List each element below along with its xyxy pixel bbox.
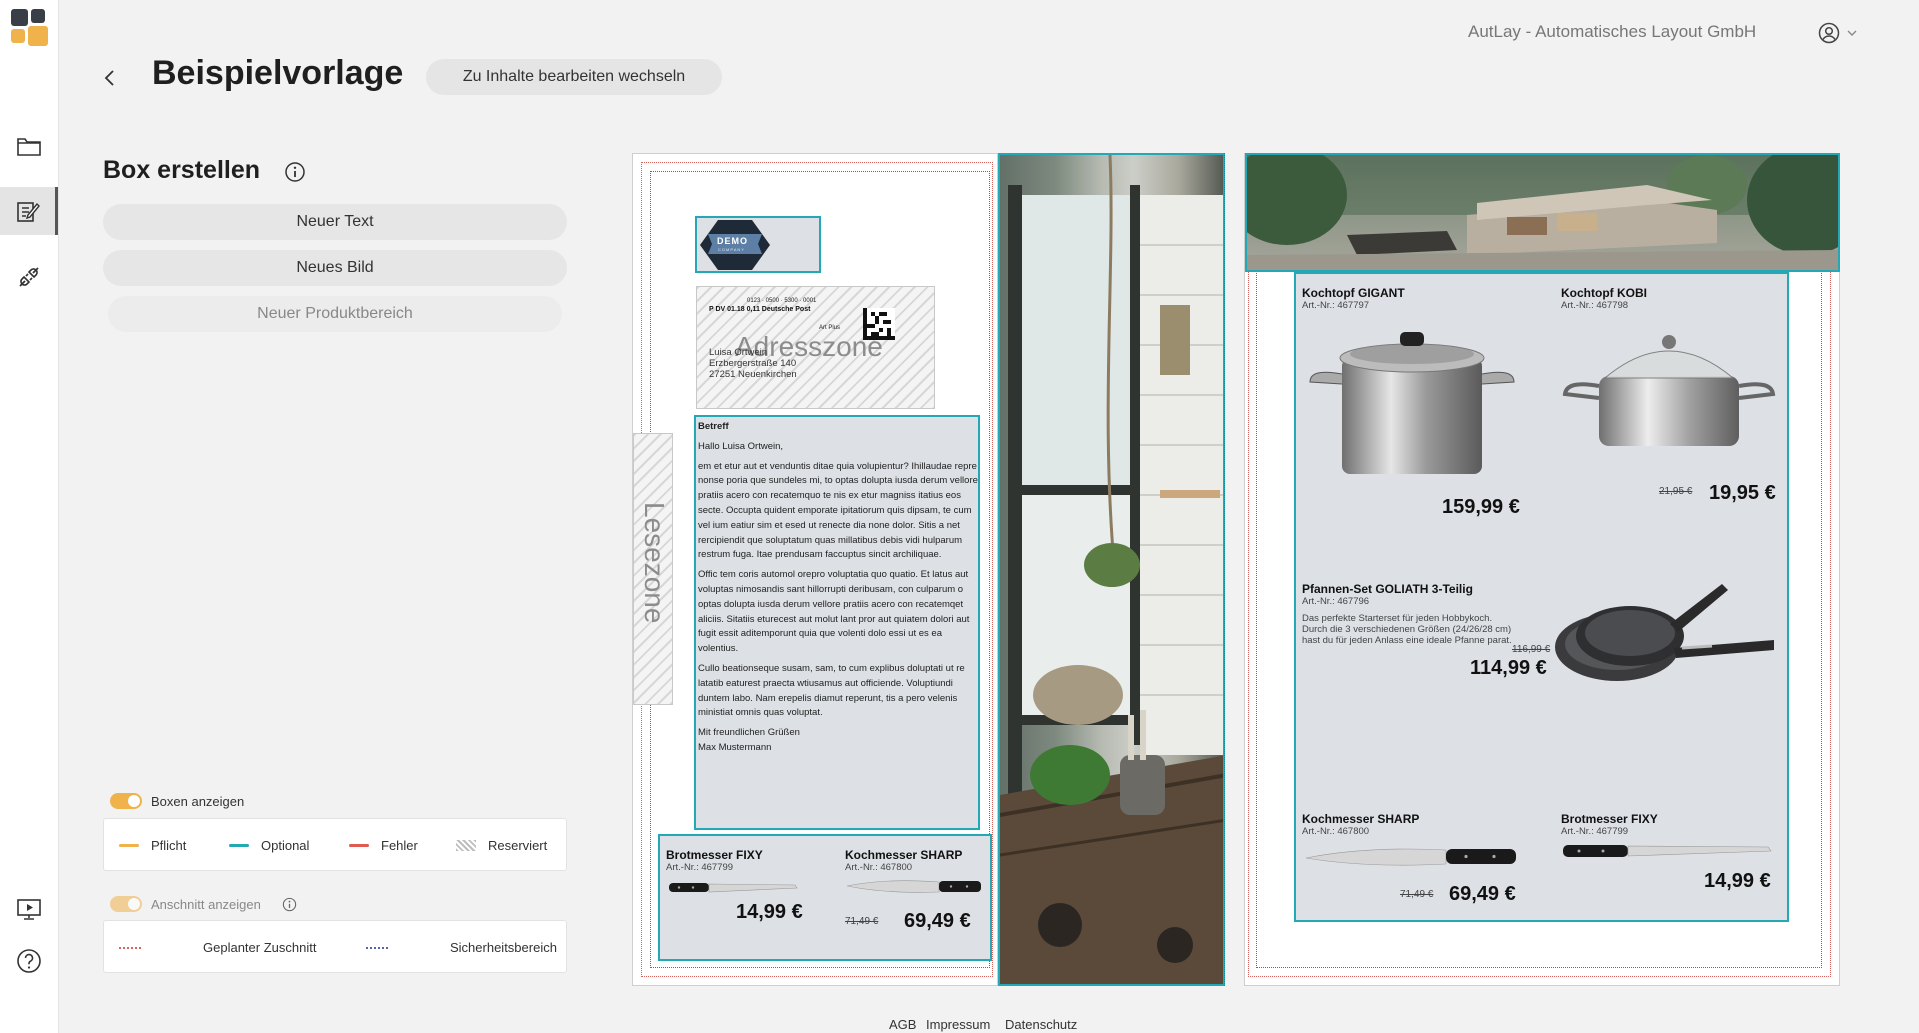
address-line-1: Luisa Ortwein (709, 347, 768, 358)
letter-closing: Mit freundlichen Grüßen (698, 727, 800, 739)
footer-link-impressum[interactable]: Impressum (926, 1017, 990, 1032)
box-legend: Pflicht Optional Fehler Reserviert (103, 818, 567, 871)
chef-knife-image (847, 880, 981, 893)
show-boxes-label: Boxen anzeigen (151, 793, 245, 809)
logo-subtext: COMPANY (718, 247, 745, 252)
product-card[interactable]: Brotmesser FIXY Art.-Nr.: 467799 14,99 € (666, 848, 826, 948)
show-boxes-row: Boxen anzeigen (110, 793, 244, 809)
frying-pan-set-image (1555, 584, 1774, 681)
image-box-interior[interactable] (998, 153, 1225, 986)
chef-knife-image (1306, 848, 1516, 866)
help-icon[interactable] (0, 937, 58, 985)
new-image-button[interactable]: Neues Bild (103, 250, 567, 286)
product-area-box[interactable]: Kochtopf GIGANT Art.-Nr.: 467797 159,99 … (1294, 272, 1789, 922)
letter-signature: Max Mustermann (698, 741, 772, 753)
product-article-number: Art.-Nr.: 467797 (1302, 300, 1370, 311)
company-name: AutLay - Automatisches Layout GmbH (1468, 22, 1757, 41)
product-card[interactable]: Kochmesser SHARP Art.-Nr.: 467800 71,49 … (845, 848, 987, 948)
legend-item-safety: Sicherheitsbereich (366, 921, 557, 974)
cooking-pot-image (1562, 335, 1776, 446)
product-article-number: Art.-Nr.: 467799 (666, 862, 734, 873)
connect-icon[interactable] (0, 253, 58, 301)
product-card[interactable]: Kochtopf KOBI Art.-Nr.: 467798 21,95 € 1… (1561, 286, 1786, 506)
page-title: Beispielvorlage (152, 54, 404, 92)
product-article-number: Art.-Nr.: 467799 (1561, 826, 1629, 837)
box-create-title: Box erstellen (103, 156, 261, 184)
legend-item-reserviert: Reserviert (456, 819, 547, 872)
footer-link-datenschutz[interactable]: Datenschutz (1005, 1017, 1077, 1032)
address-line-3: 27251 Neuenkirchen (709, 369, 797, 380)
show-bleed-label: Anschnitt anzeigen (151, 896, 261, 912)
bleed-legend: Geplanter Zuschnitt Sicherheitsbereich (103, 920, 567, 973)
footer-link-agb[interactable]: AGB (889, 1017, 916, 1032)
product-article-number: Art.-Nr.: 467800 (1302, 826, 1370, 837)
product-price: 159,99 € (1442, 496, 1520, 518)
legend-item-cut: Geplanter Zuschnitt (119, 921, 316, 974)
product-card[interactable]: Kochtopf GIGANT Art.-Nr.: 467797 159,99 … (1302, 286, 1532, 518)
product-old-price: 71,49 € (1400, 889, 1434, 900)
letter-paragraph: Offic tem coris automol orepro voluptati… (698, 569, 970, 655)
navigation-rail (0, 0, 59, 1033)
app-logo (11, 9, 49, 47)
info-icon[interactable] (282, 897, 297, 912)
show-boxes-toggle[interactable] (110, 793, 142, 809)
letter-paragraph: Cullo beationseque susam, sam, to cum ex… (698, 662, 965, 719)
logo-text: DEMO (717, 236, 748, 246)
product-card[interactable]: Kochmesser SHARP Art.-Nr.: 467800 71,49 … (1302, 812, 1532, 912)
switch-to-content-button[interactable]: Zu Inhalte bearbeiten wechseln (426, 59, 722, 95)
product-name: Brotmesser FIXY (1561, 812, 1658, 826)
product-price: 114,99 € (1470, 657, 1547, 679)
product-name: Kochmesser SHARP (845, 848, 963, 862)
product-card[interactable]: Brotmesser FIXY Art.-Nr.: 467799 14,99 € (1561, 812, 1786, 912)
show-bleed-toggle[interactable] (110, 896, 142, 912)
new-product-area-button[interactable]: Neuer Produktbereich (108, 296, 562, 332)
show-bleed-row: Anschnitt anzeigen (110, 896, 297, 912)
logo-box[interactable]: DEMO COMPANY (695, 216, 821, 273)
product-article-number: Art.-Nr.: 467798 (1561, 300, 1629, 311)
legend-item-fehler: Fehler (349, 819, 418, 872)
folder-icon[interactable] (0, 122, 58, 170)
letter-subject: Betreff (698, 421, 729, 432)
back-button[interactable] (98, 66, 122, 90)
product-name: Kochtopf KOBI (1561, 286, 1647, 300)
read-zone-label: Lesezone (639, 502, 670, 624)
bread-knife-image (1563, 845, 1772, 857)
user-menu[interactable] (1818, 21, 1864, 45)
product-name: Kochmesser SHARP (1302, 812, 1420, 826)
product-area-box[interactable]: Brotmesser FIXY Art.-Nr.: 467799 14,99 €… (658, 834, 992, 961)
product-price: 69,49 € (904, 910, 971, 932)
user-account-icon (1818, 22, 1840, 44)
address-zone-box[interactable]: 0123 · 0500 · 5300 · 0001 P DV 01.18 0,1… (696, 286, 935, 409)
info-icon[interactable] (284, 161, 306, 183)
edit-template-icon[interactable] (0, 187, 58, 235)
image-box-sofa[interactable] (1245, 153, 1840, 272)
legend-item-pflicht: Pflicht (119, 819, 186, 872)
product-old-price: 116,99 € (1512, 644, 1551, 655)
product-article-number: Art.-Nr.: 467800 (845, 862, 913, 873)
chevron-left-icon (104, 70, 114, 86)
postage-top: 0123 · 0500 · 5300 · 0001 (747, 298, 817, 304)
product-price: 14,99 € (1704, 870, 1771, 892)
letter-greeting: Hallo Luisa Ortwein, (698, 440, 784, 452)
product-card[interactable]: Pfannen-Set GOLIATH 3-Teilig Art.-Nr.: 4… (1302, 582, 1786, 712)
presentation-icon[interactable] (0, 885, 58, 933)
product-price: 14,99 € (736, 901, 803, 923)
product-old-price: 21,95 € (1659, 486, 1693, 497)
address-line-2: Erzbergerstraße 140 (709, 358, 797, 369)
bread-knife-image (669, 883, 798, 893)
postage-line: P DV 01.18 0,11 Deutsche Post (709, 306, 811, 313)
product-name: Brotmesser FIXY (666, 848, 763, 862)
legend-item-optional: Optional (229, 819, 309, 872)
letter-paragraph: em et etur aut et venduntis ditae quia v… (698, 460, 978, 561)
product-name: Kochtopf GIGANT (1302, 286, 1405, 300)
read-zone-box[interactable]: Lesezone (633, 433, 673, 705)
letter-text-box[interactable]: Betreff Hallo Luisa Ortwein, em et etur … (694, 415, 980, 830)
product-old-price: 71,49 € (845, 916, 879, 927)
chevron-down-icon (1847, 30, 1857, 36)
cooking-pot-image (1309, 332, 1515, 474)
product-price: 69,49 € (1449, 883, 1516, 905)
product-price: 19,95 € (1709, 482, 1776, 504)
new-text-button[interactable]: Neuer Text (103, 204, 567, 240)
